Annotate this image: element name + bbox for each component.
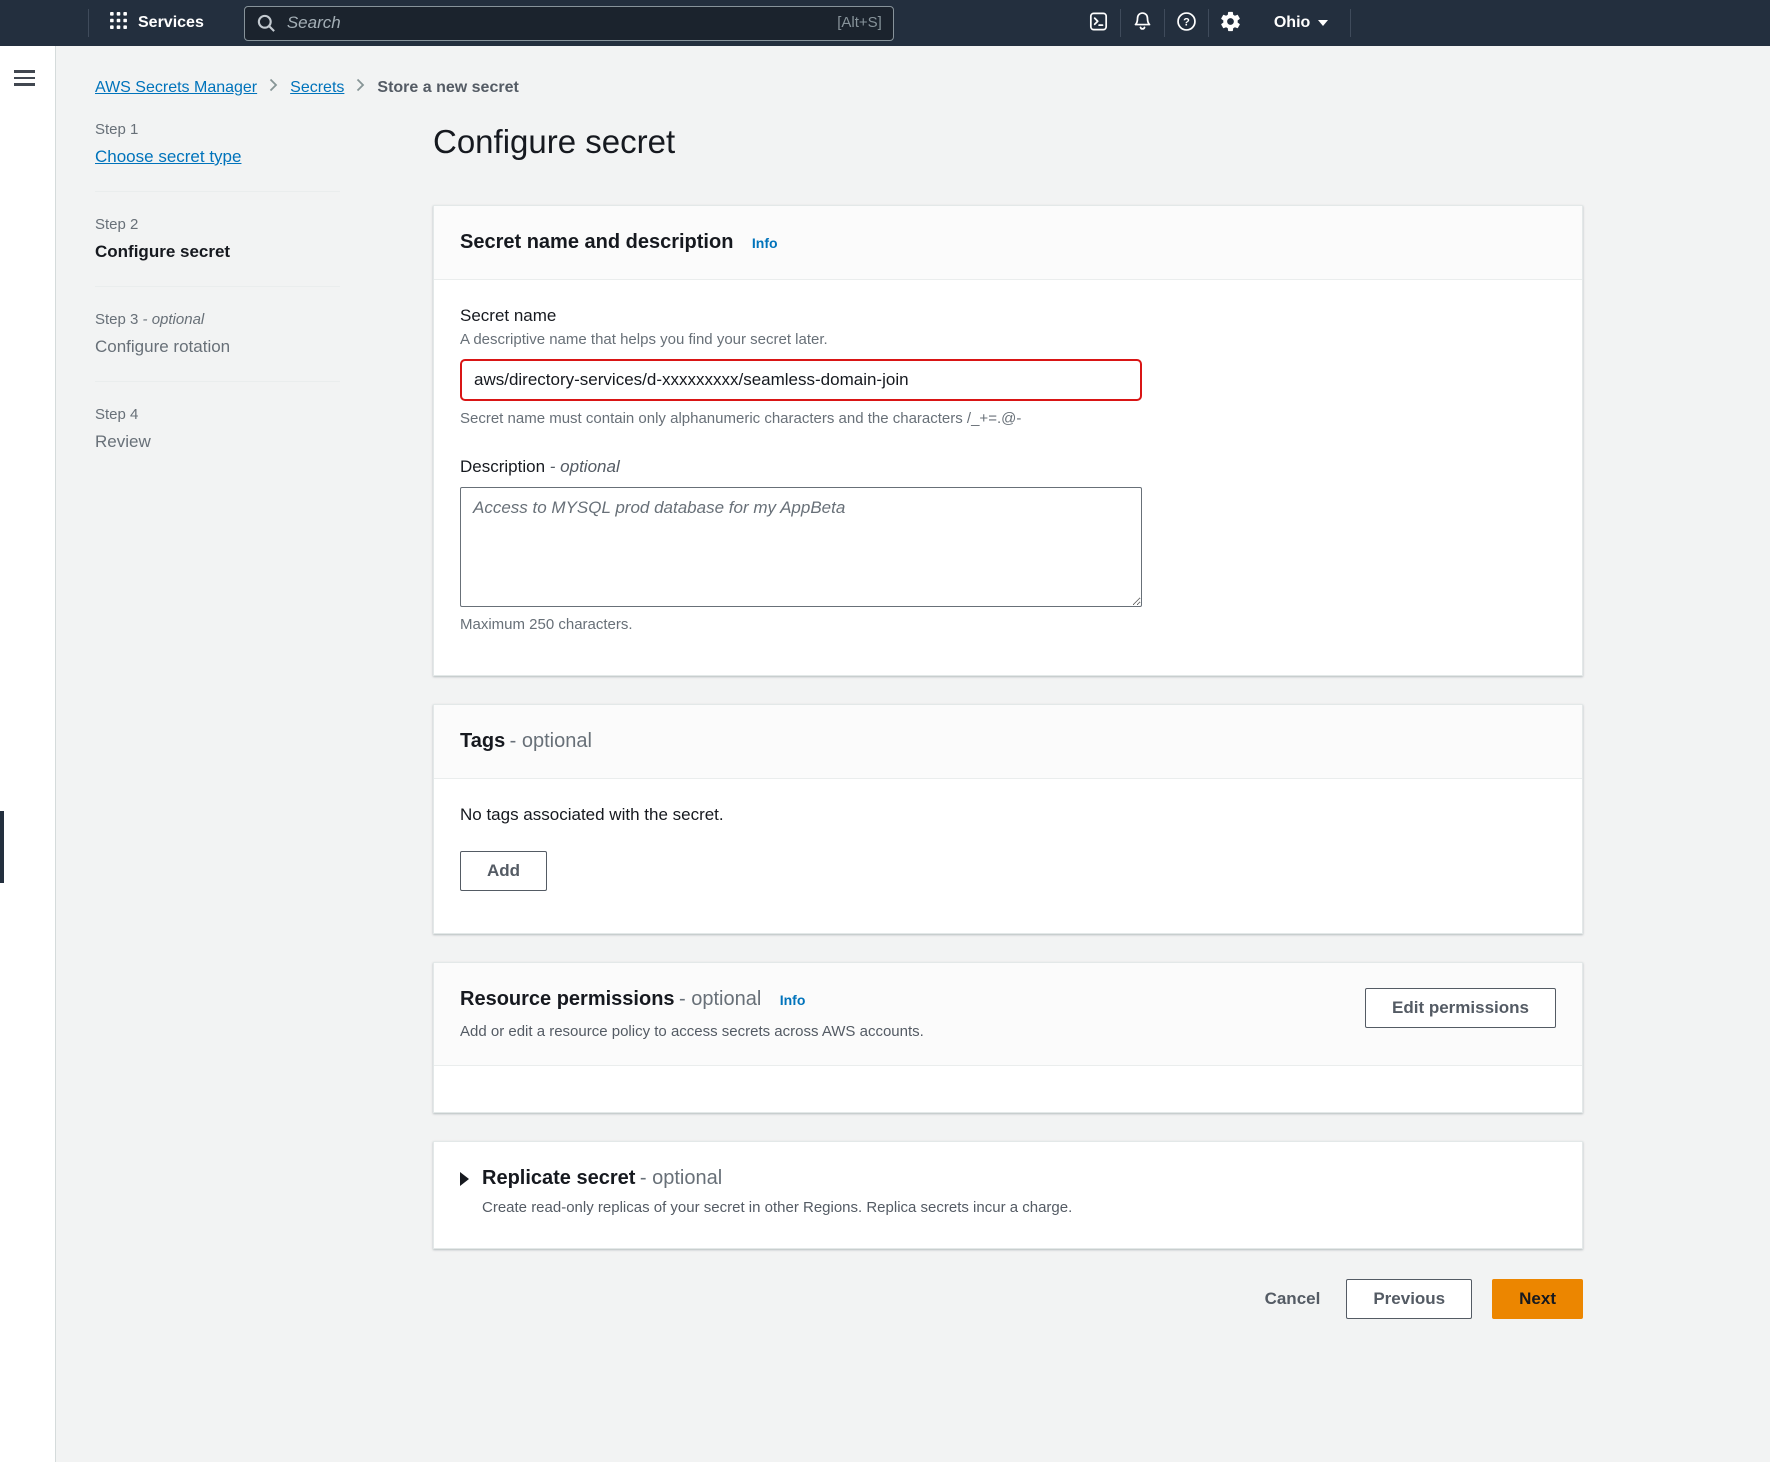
wizard-step-2: Step 2 Configure secret (95, 216, 340, 262)
cancel-button[interactable]: Cancel (1259, 1280, 1327, 1318)
no-tags-text: No tags associated with the secret. (460, 805, 1556, 825)
previous-button[interactable]: Previous (1346, 1279, 1472, 1319)
divider (95, 191, 340, 192)
info-link[interactable]: Info (752, 235, 778, 251)
services-label: Services (138, 14, 204, 32)
secret-name-constraint: Secret name must contain only alphanumer… (460, 410, 1556, 427)
wizard-step-3: Step 3 - optional Configure rotation (95, 311, 340, 357)
page-frame: AWS Secrets Manager Secrets Store a new … (0, 46, 1770, 1462)
page-title: Configure secret (433, 123, 1583, 161)
secret-name-panel-body: Secret name A descriptive name that help… (434, 280, 1582, 675)
step-title-review: Review (95, 432, 340, 452)
topbar-utilities: ? Ohio (1077, 0, 1351, 46)
step-number: Step 1 (95, 121, 340, 138)
breadcrumb-current: Store a new secret (377, 79, 518, 97)
chevron-right-icon (356, 78, 365, 97)
topbar-spacer (0, 0, 88, 46)
help-button[interactable]: ? (1165, 0, 1208, 46)
replicate-secret-description: Create read-only replicas of your secret… (482, 1199, 1556, 1216)
services-menu-button[interactable]: Services (89, 0, 224, 46)
breadcrumb-link-secrets-manager[interactable]: AWS Secrets Manager (95, 79, 257, 97)
caret-down-icon (1318, 20, 1328, 26)
services-grid-icon (109, 11, 128, 35)
optional-label: - optional (640, 1167, 722, 1189)
expand-triangle-icon (460, 1172, 469, 1186)
side-navigation-rail (0, 46, 56, 1462)
edit-permissions-button[interactable]: Edit permissions (1365, 988, 1556, 1028)
content-area: AWS Secrets Manager Secrets Store a new … (56, 46, 1770, 1462)
step-number: Step 2 (95, 216, 340, 233)
secret-name-panel: Secret name and description Info Secret … (433, 205, 1583, 676)
divider (95, 381, 340, 382)
step-number: Step 4 (95, 406, 340, 423)
secret-name-panel-header: Secret name and description Info (434, 206, 1582, 280)
gear-icon (1219, 10, 1242, 36)
cloudshell-button[interactable] (1077, 0, 1120, 46)
search-shortcut-hint: [Alt+S] (837, 14, 882, 31)
wizard-main: Configure secret Secret name and descrip… (433, 121, 1583, 1375)
resource-permissions-description: Add or edit a resource policy to access … (460, 1023, 924, 1040)
cloudshell-icon (1087, 10, 1110, 36)
search-input[interactable] (244, 6, 894, 41)
region-selector[interactable]: Ohio (1252, 0, 1350, 46)
optional-label: - optional (510, 730, 592, 752)
region-label: Ohio (1274, 14, 1310, 32)
breadcrumb-link-secrets[interactable]: Secrets (290, 79, 344, 97)
wizard-steps-nav: Step 1 Choose secret type Step 2 Configu… (95, 121, 340, 1375)
resource-permissions-panel: Resource permissions - optional Info Add… (433, 962, 1583, 1113)
wizard-step-4: Step 4 Review (95, 406, 340, 452)
chevron-right-icon (269, 78, 278, 97)
topbar-divider (1350, 9, 1351, 37)
tags-panel-body: No tags associated with the secret. Add (434, 779, 1582, 933)
secret-name-input[interactable] (460, 359, 1142, 401)
step-number: Step 3 - optional (95, 311, 340, 328)
panel-title: Secret name and description (460, 231, 733, 253)
resource-permissions-body (434, 1066, 1582, 1112)
side-accent-bar (0, 811, 4, 883)
panel-title: Resource permissions (460, 988, 675, 1010)
search-icon (256, 13, 277, 39)
replicate-secret-expander[interactable]: Replicate secret - optional (460, 1167, 1556, 1190)
panel-title: Tags (460, 730, 505, 752)
wizard-footer-actions: Cancel Previous Next (433, 1279, 1583, 1319)
breadcrumb: AWS Secrets Manager Secrets Store a new … (95, 78, 1770, 97)
panel-title: Replicate secret (482, 1167, 635, 1189)
step-title-configure-rotation: Configure rotation (95, 337, 340, 357)
resource-permissions-header: Resource permissions - optional Info Add… (434, 963, 1582, 1066)
help-icon: ? (1175, 10, 1198, 36)
description-textarea[interactable] (460, 487, 1142, 607)
notifications-button[interactable] (1121, 0, 1164, 46)
top-navigation-bar: Services [Alt+S] (0, 0, 1770, 46)
svg-text:?: ? (1183, 17, 1190, 29)
wizard-step-1: Step 1 Choose secret type (95, 121, 340, 167)
add-tag-button[interactable]: Add (460, 851, 547, 891)
description-constraint: Maximum 250 characters. (460, 616, 1556, 633)
step-title-configure-secret: Configure secret (95, 242, 340, 262)
bell-icon (1131, 10, 1154, 36)
settings-button[interactable] (1209, 0, 1252, 46)
info-link[interactable]: Info (780, 992, 806, 1008)
menu-hamburger-button[interactable] (14, 70, 35, 90)
optional-label: - optional (679, 988, 761, 1010)
next-button[interactable]: Next (1492, 1279, 1583, 1319)
secret-name-label: Secret name (460, 306, 1556, 326)
secret-name-help: A descriptive name that helps you find y… (460, 331, 1556, 348)
step-link-choose-secret-type[interactable]: Choose secret type (95, 147, 241, 166)
tags-panel: Tags - optional No tags associated with … (433, 704, 1583, 934)
global-search: [Alt+S] (244, 6, 894, 41)
divider (95, 286, 340, 287)
tags-panel-header: Tags - optional (434, 705, 1582, 779)
description-label: Description - optional (460, 457, 1556, 477)
replicate-secret-panel: Replicate secret - optional Create read-… (433, 1141, 1583, 1249)
